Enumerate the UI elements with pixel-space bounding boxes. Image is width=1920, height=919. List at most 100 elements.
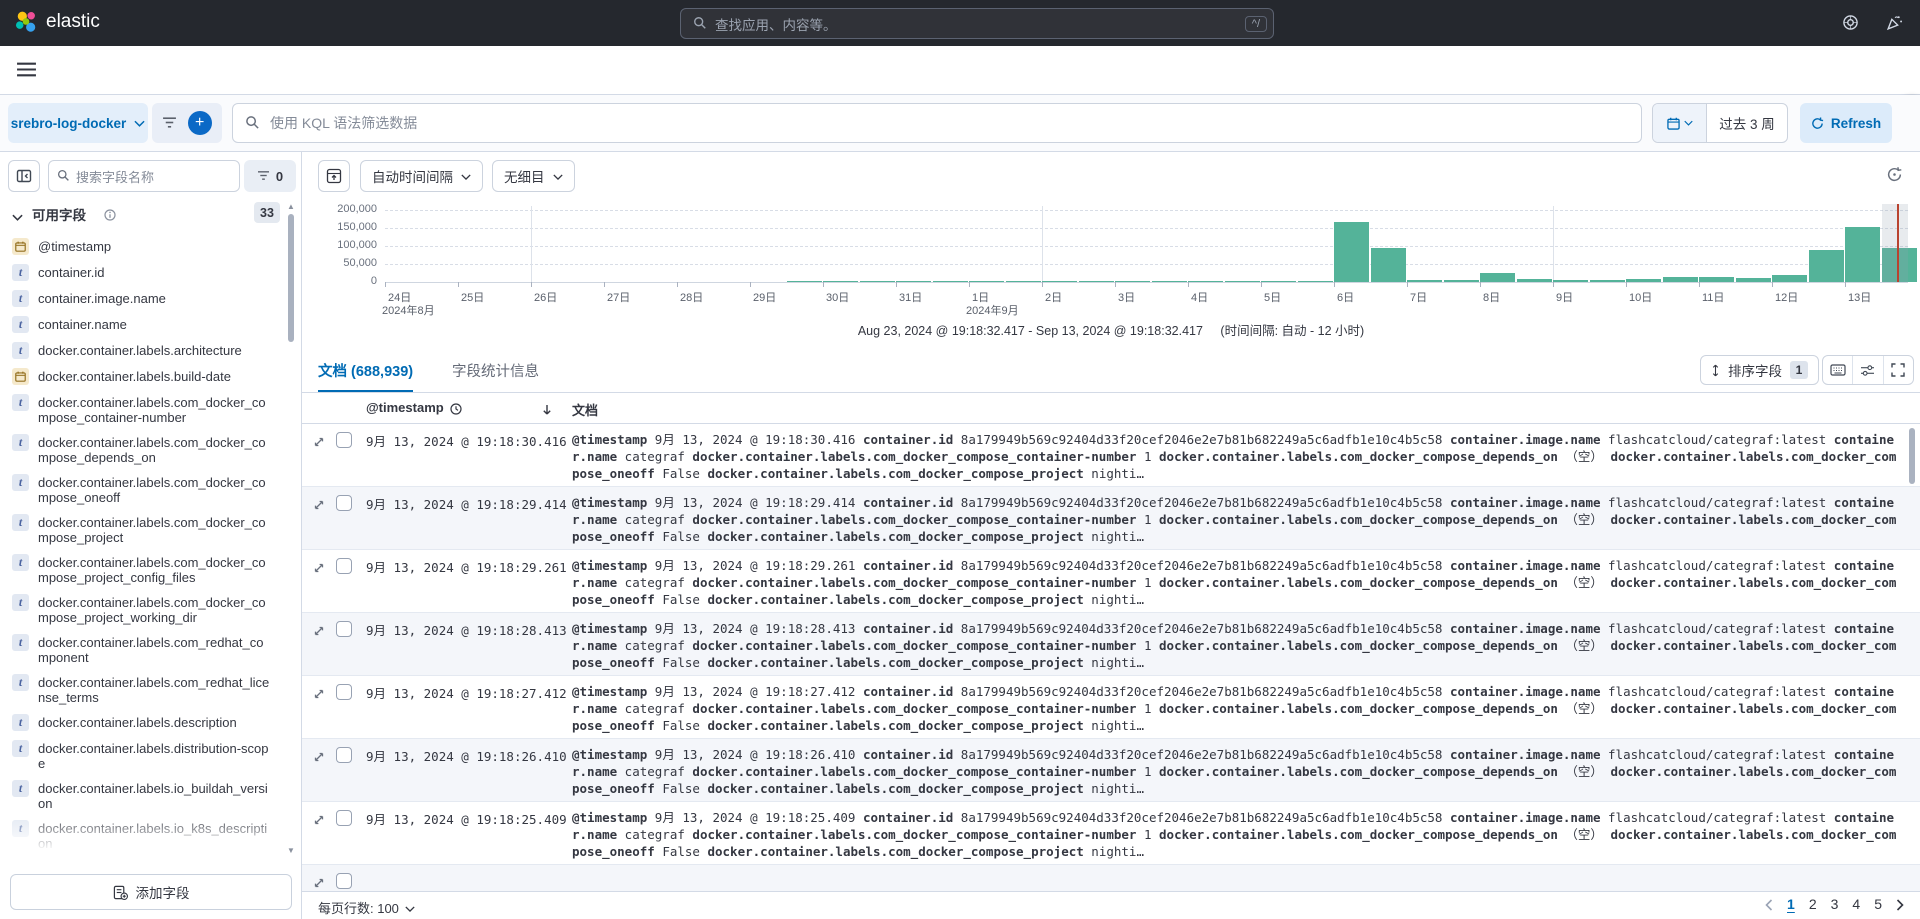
field-item[interactable]: tdocker.container.labels.io_buildah_vers… (0, 776, 286, 816)
discover-main: 自动时间间隔 无细目 050,000100,000150,000200,0002… (302, 152, 1920, 919)
expand-row-icon[interactable] (313, 874, 325, 891)
field-item[interactable]: docker.container.labels.build-date (0, 364, 286, 390)
field-item[interactable]: tcontainer.name (0, 312, 286, 338)
sort-descending-icon[interactable] (542, 401, 552, 419)
row-checkbox[interactable] (336, 621, 352, 637)
tab-field-statistics[interactable]: 字段统计信息 (452, 360, 539, 381)
expand-row-icon[interactable] (313, 622, 325, 640)
table-row: 9月 13, 2024 @ 19:18:29.261@timestamp 9月 … (302, 550, 1920, 613)
time-range-button[interactable]: 过去 3 周 (1707, 104, 1787, 142)
available-fields-header[interactable]: 可用字段 33 (0, 200, 286, 228)
refresh-button[interactable]: Refresh (1800, 103, 1892, 143)
elastic-logo-icon[interactable] (14, 10, 39, 35)
field-filter-button[interactable]: 0 (244, 160, 296, 192)
add-filter-button[interactable]: + (188, 111, 212, 135)
partial-bucket-band (1882, 204, 1909, 282)
x-axis-tick (1115, 282, 1116, 287)
data-view-label: srebro-log-docker (11, 116, 127, 131)
data-view-picker[interactable]: srebro-log-docker (8, 103, 148, 143)
chevron-down-icon (405, 900, 415, 915)
help-icon[interactable] (1842, 14, 1859, 32)
breakdown-dropdown[interactable]: 无细目 (492, 160, 575, 192)
collapse-sidebar-button[interactable] (8, 160, 40, 192)
x-axis-tick (385, 282, 386, 287)
kql-query-input[interactable]: 使用 KQL 语法筛选数据 (232, 103, 1642, 143)
field-search-input[interactable]: 搜索字段名称 (48, 160, 240, 192)
field-name: docker.container.labels.com_docker_compo… (38, 555, 270, 585)
page-5[interactable]: 5 (1874, 896, 1882, 912)
time-interval-dropdown[interactable]: 自动时间间隔 (360, 160, 483, 192)
document-column-header[interactable]: 文档 (572, 400, 598, 419)
field-item[interactable]: tdocker.container.labels.com_redhat_comp… (0, 630, 286, 670)
expand-row-icon[interactable] (313, 685, 325, 703)
sidebar-scrollbar[interactable] (288, 214, 294, 342)
timestamp-column-header[interactable]: @timestamp (366, 400, 462, 415)
field-item[interactable]: tdocker.container.labels.description (0, 710, 286, 736)
field-item[interactable]: tdocker.container.labels.com_redhat_lice… (0, 670, 286, 710)
field-name: docker.container.labels.com_docker_compo… (38, 395, 270, 425)
document-cell: @timestamp 9月 13, 2024 @ 19:18:26.410 co… (572, 746, 1902, 798)
page-4[interactable]: 4 (1852, 896, 1860, 912)
newsfeed-icon[interactable] (1886, 14, 1903, 32)
row-checkbox[interactable] (336, 873, 352, 889)
field-item[interactable]: tdocker.container.labels.com_docker_comp… (0, 390, 286, 430)
info-icon (104, 206, 116, 224)
display-options-icon[interactable] (1823, 356, 1852, 384)
histogram-chart[interactable]: 050,000100,000150,000200,00024日25日26日27日… (302, 204, 1920, 316)
sort-fields-button[interactable]: 排序字段 1 (1700, 355, 1819, 385)
x-axis-label: 7日 (1410, 289, 1427, 305)
field-item[interactable]: tdocker.container.labels.distribution-sc… (0, 736, 286, 776)
y-axis-label: 100,000 (302, 239, 377, 251)
row-checkbox[interactable] (336, 747, 352, 763)
tab-documents[interactable]: 文档 (688,939) (318, 360, 413, 392)
field-item[interactable]: tdocker.container.labels.com_docker_comp… (0, 550, 286, 590)
field-item[interactable]: tdocker.container.labels.com_docker_comp… (0, 510, 286, 550)
next-page-icon[interactable] (1896, 896, 1904, 912)
filter-icon[interactable] (162, 114, 177, 132)
row-checkbox[interactable] (336, 495, 352, 511)
previous-page-icon[interactable] (1765, 896, 1773, 912)
menu-icon[interactable] (16, 61, 37, 79)
global-search-input[interactable]: 查找应用、内容等。 ^/ (680, 8, 1274, 39)
expand-row-icon[interactable] (313, 559, 325, 577)
row-checkbox[interactable] (336, 432, 352, 448)
add-field-button[interactable]: 添加字段 (10, 874, 292, 910)
y-gridline (385, 246, 1908, 247)
histogram-bar (1553, 280, 1588, 282)
field-item[interactable]: tdocker.container.labels.com_docker_comp… (0, 470, 286, 510)
kql-placeholder: 使用 KQL 语法筛选数据 (270, 113, 417, 133)
scroll-down-arrow[interactable]: ▼ (287, 846, 295, 855)
grid-scrollbar[interactable] (1909, 428, 1915, 484)
field-item[interactable]: tcontainer.image.name (0, 286, 286, 312)
histogram-bar (933, 281, 968, 283)
date-quick-select-button[interactable] (1653, 104, 1707, 142)
expand-row-icon[interactable] (313, 748, 325, 766)
expand-row-icon[interactable] (313, 811, 325, 829)
field-item[interactable]: tdocker.container.labels.com_docker_comp… (0, 590, 286, 630)
global-header: elastic 查找应用、内容等。 ^/ (0, 0, 1920, 46)
expand-row-icon[interactable] (313, 496, 325, 514)
row-checkbox[interactable] (336, 558, 352, 574)
field-item[interactable]: tdocker.container.labels.architecture (0, 338, 286, 364)
timestamp-cell: 9月 13, 2024 @ 19:18:27.412 (366, 683, 567, 702)
rows-per-page-button[interactable]: 每页行数: 100 (318, 898, 415, 917)
page-3[interactable]: 3 (1831, 896, 1839, 912)
histogram-bar (1736, 278, 1771, 282)
row-checkbox[interactable] (336, 684, 352, 700)
row-settings-icon[interactable] (1852, 356, 1882, 384)
field-item[interactable]: tcontainer.id (0, 260, 286, 286)
chevron-down-icon (134, 116, 145, 131)
field-item[interactable]: @timestamp (0, 234, 286, 260)
date-picker: 过去 3 周 (1652, 103, 1788, 143)
chart-options-icon[interactable] (1886, 166, 1903, 184)
scroll-up-arrow[interactable]: ▲ (287, 202, 295, 211)
page-2[interactable]: 2 (1809, 896, 1817, 912)
y-axis-label: 200,000 (302, 204, 377, 215)
page-1[interactable]: 1 (1787, 896, 1795, 912)
expand-row-icon[interactable] (313, 433, 325, 451)
fullscreen-icon[interactable] (1883, 356, 1913, 384)
field-item[interactable]: tdocker.container.labels.com_docker_comp… (0, 430, 286, 470)
filter-icon (257, 167, 270, 185)
row-checkbox[interactable] (336, 810, 352, 826)
toggle-chart-button[interactable] (318, 160, 350, 192)
